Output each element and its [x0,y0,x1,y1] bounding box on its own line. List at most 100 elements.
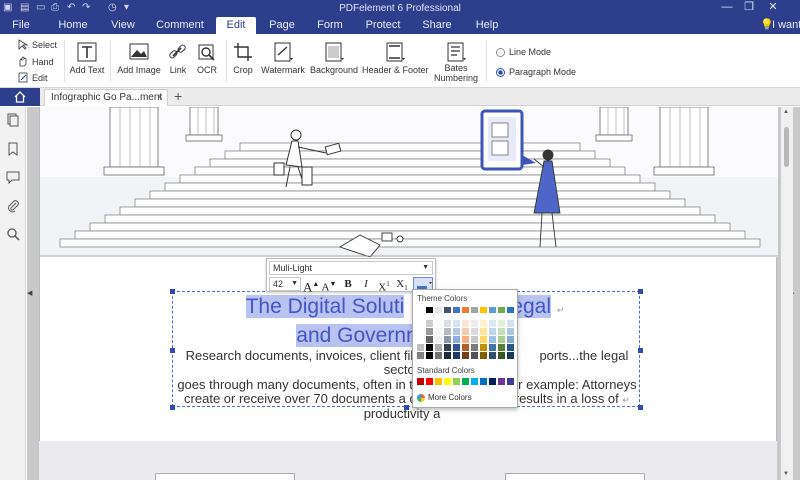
standard-color-swatch[interactable] [489,378,496,385]
theme-color-swatch[interactable] [471,320,478,327]
theme-color-swatch[interactable] [507,336,514,343]
standard-color-swatch[interactable] [453,378,460,385]
edit-tool[interactable]: Edit [18,72,48,83]
theme-color-swatch[interactable] [507,352,514,359]
collapse-left-arrow-icon[interactable]: ◀ [27,289,32,297]
minimize-icon[interactable]: — [720,1,734,13]
theme-color-swatch[interactable] [444,328,451,335]
document-tab[interactable]: Infographic Go Pa...ment × [44,89,168,106]
crop-button[interactable]: Crop [230,38,256,84]
font-name-dropdown[interactable]: Muli-Light ▼ [269,261,433,275]
theme-color-swatch[interactable] [480,352,487,359]
theme-color-swatch[interactable] [444,336,451,343]
theme-color-swatch[interactable] [435,352,442,359]
theme-color-swatch[interactable] [480,320,487,327]
theme-color-swatch[interactable] [462,352,469,359]
theme-color-swatch[interactable] [489,336,496,343]
home-tab[interactable] [0,88,40,106]
theme-color-swatch[interactable] [453,352,460,359]
theme-color-swatch[interactable] [453,344,460,351]
theme-color-swatch[interactable] [426,352,433,359]
close-window-icon[interactable]: ✕ [766,1,780,13]
theme-color-swatch[interactable] [453,320,460,327]
standard-color-swatch[interactable] [444,378,451,385]
theme-color-swatch[interactable] [489,307,496,313]
line-mode-option[interactable]: Line Mode [496,47,551,57]
theme-color-swatch[interactable] [489,352,496,359]
menu-share[interactable]: Share [420,17,454,34]
theme-color-swatch[interactable] [426,307,433,313]
theme-color-swatch[interactable] [480,328,487,335]
theme-color-swatch[interactable] [426,320,433,327]
standard-color-swatch[interactable] [426,378,433,385]
standard-color-swatch[interactable] [507,378,514,385]
theme-color-swatch[interactable] [444,344,451,351]
theme-color-swatch[interactable] [471,352,478,359]
theme-color-swatch[interactable] [480,336,487,343]
theme-color-swatch[interactable] [471,328,478,335]
resize-handle[interactable] [638,289,643,294]
increase-font-size-button[interactable]: A▲ [303,277,319,294]
theme-color-swatch[interactable] [435,328,442,335]
theme-color-swatch[interactable] [480,307,487,313]
menu-view[interactable]: View [106,17,140,34]
subscript-button[interactable]: X1 [393,277,411,292]
comment-icon[interactable] [6,170,20,184]
paragraph-mode-radio[interactable] [496,67,505,77]
menu-page[interactable]: Page [266,17,298,34]
scroll-down-arrow-icon[interactable]: ▼ [783,471,789,477]
standard-color-swatch[interactable] [435,378,442,385]
theme-color-swatch[interactable] [462,328,469,335]
new-tab-button[interactable]: + [174,88,182,105]
theme-color-swatch[interactable] [435,344,442,351]
standard-color-swatch[interactable] [462,378,469,385]
standard-color-swatch[interactable] [480,378,487,385]
more-colors-button[interactable]: More Colors [417,393,472,402]
close-tab-icon[interactable]: × [157,90,163,106]
theme-color-swatch[interactable] [417,328,424,335]
theme-color-swatch[interactable] [426,328,433,335]
theme-color-swatch[interactable] [498,344,505,351]
paragraph-mode-option[interactable]: Paragraph Mode [496,67,576,77]
theme-color-swatch[interactable] [507,328,514,335]
hand-tool[interactable]: Hand [18,56,54,67]
theme-color-swatch[interactable] [498,352,505,359]
theme-color-swatch[interactable] [417,336,424,343]
theme-color-swatch[interactable] [507,307,514,313]
scroll-up-arrow-icon[interactable]: ▲ [783,109,789,115]
line-mode-radio[interactable] [496,47,505,57]
theme-color-swatch[interactable] [435,320,442,327]
theme-color-swatch[interactable] [435,336,442,343]
font-size-dropdown[interactable]: 42 ▼ [269,277,301,291]
theme-color-swatch[interactable] [453,336,460,343]
theme-color-swatch[interactable] [480,344,487,351]
theme-color-swatch[interactable] [498,336,505,343]
theme-color-swatch[interactable] [498,307,505,313]
theme-color-swatch[interactable] [426,336,433,343]
header-footer-button[interactable]: Header & Footer [362,38,429,84]
bates-numbering-button[interactable]: Bates Numbering [432,38,480,84]
document-body-paragraph[interactable]: Research documents, invoices, client fil… [174,349,640,421]
thumbnails-icon[interactable] [6,113,20,127]
add-image-button[interactable]: Add Image [116,38,162,84]
standard-color-swatch[interactable] [498,378,505,385]
restore-icon[interactable]: ❐ [742,1,756,13]
theme-color-swatch[interactable] [417,307,424,313]
menu-comment[interactable]: Comment [154,17,206,34]
theme-color-swatch[interactable] [453,328,460,335]
scrollbar-thumb[interactable] [784,127,789,167]
resize-handle[interactable] [170,289,175,294]
help-search[interactable]: 💡 I want t [758,17,800,34]
theme-color-swatch[interactable] [489,328,496,335]
watermark-button[interactable]: Watermark [260,38,306,84]
ocr-button[interactable]: OCR [194,38,220,84]
theme-color-swatch[interactable] [489,344,496,351]
document-heading[interactable]: The Digital Soluti egal ↵ and Governn [180,294,630,348]
menu-protect[interactable]: Protect [362,17,404,34]
theme-color-swatch[interactable] [417,352,424,359]
menu-home[interactable]: Home [56,17,90,34]
theme-color-swatch[interactable] [444,320,451,327]
theme-color-swatch[interactable] [507,344,514,351]
theme-color-swatch[interactable] [471,336,478,343]
select-tool[interactable]: Select [18,39,57,50]
